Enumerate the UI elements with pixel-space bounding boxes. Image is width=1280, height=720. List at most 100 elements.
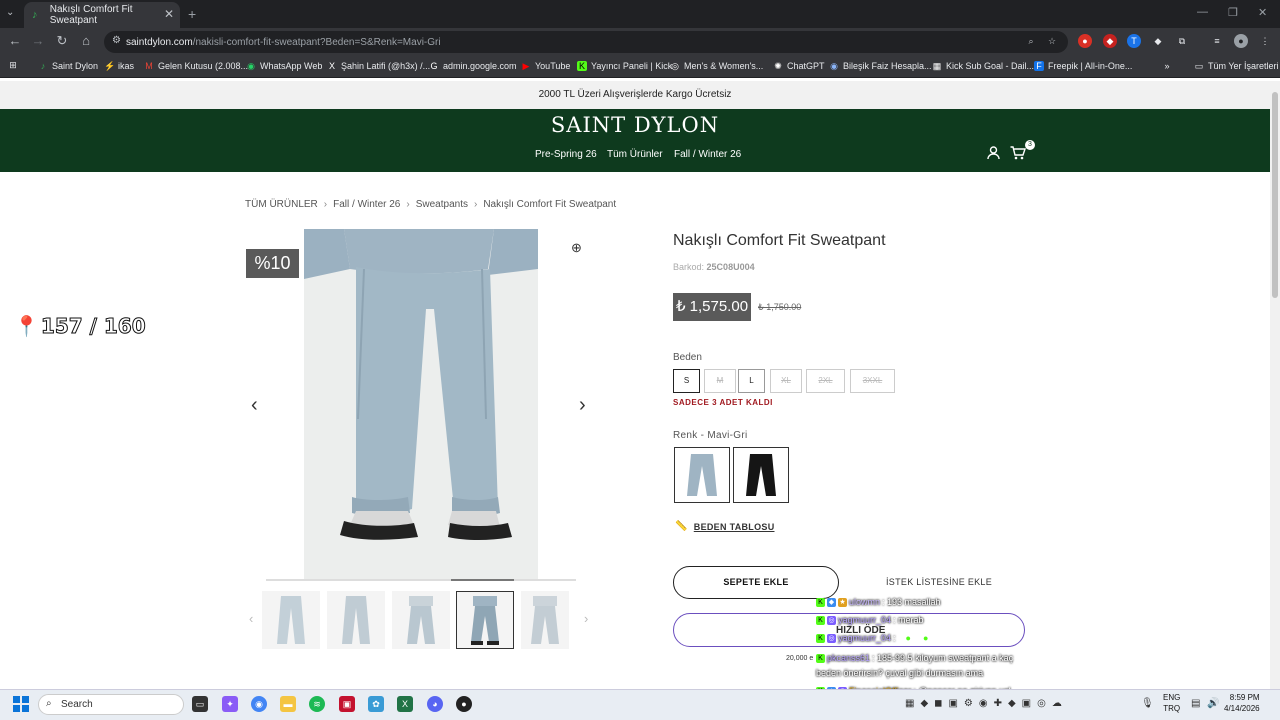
extension-diamond-icon[interactable]: ◆	[1151, 34, 1165, 48]
color-swatch-mavi-gri[interactable]	[674, 447, 730, 503]
size-option-xl[interactable]: XL	[770, 369, 802, 393]
bookmark-whatsapp[interactable]: ◉ WhatsApp Web	[246, 61, 322, 71]
bookmark-x[interactable]: X Şahin Latifi (@h3x) /...	[327, 61, 430, 71]
copilot-icon[interactable]: ✦	[222, 696, 238, 712]
color-swatch-black[interactable]	[733, 447, 789, 503]
product-thumbnail[interactable]	[521, 591, 569, 649]
barcode: Barkod: 25C08U004	[673, 262, 755, 272]
size-option-3xxl[interactable]: 3XXL	[850, 369, 895, 393]
all-bookmarks[interactable]: ▭ Tüm Yer İşaretleri	[1194, 61, 1279, 71]
microphone-icon[interactable]: 🎙	[1141, 698, 1154, 709]
chat-message: K ◎ yagmuurr_04: ● ●	[816, 633, 928, 643]
bookmark-chatgpt[interactable]: ✺ ChatGPT	[773, 61, 824, 71]
spotify-icon[interactable]: ≋	[309, 696, 325, 712]
bookmark-kick-sub-goal[interactable]: ▦ Kick Sub Goal - Dail...	[932, 61, 1034, 71]
search-icon: ⌕	[46, 698, 52, 709]
breadcrumb-sweatpants[interactable]: Sweatpants	[416, 199, 468, 210]
taskbar-clock[interactable]: 8:59 PM 4/14/2026	[1224, 692, 1260, 714]
product-main-image[interactable]	[304, 229, 538, 580]
extension-shield-icon[interactable]: ◆	[1103, 34, 1117, 48]
window-close-icon[interactable]: ✕	[1258, 6, 1267, 19]
star-icon[interactable]: ☆	[1045, 34, 1059, 48]
tab-search-icon[interactable]: ⌄	[6, 7, 14, 18]
system-tray-icons[interactable]: ▦◆◼▣⚙◉✚◆▣◎☁	[905, 698, 1068, 709]
tab-search-list-icon[interactable]: ≡	[1210, 34, 1224, 48]
product-thumbnail[interactable]	[392, 591, 450, 649]
apps-icon[interactable]: ⊞	[8, 60, 22, 70]
size-table-link[interactable]: 📏 BEDEN TABLOSU	[675, 521, 775, 532]
bookmark-ikas[interactable]: ⚡ ikas	[104, 61, 134, 71]
scrollbar-thumb[interactable]	[1272, 92, 1278, 298]
zoom-search-icon[interactable]: ⌕	[1024, 34, 1038, 48]
size-option-s[interactable]: S	[673, 369, 700, 393]
task-view-icon[interactable]: ▭	[192, 696, 208, 712]
bookmark-gmail[interactable]: M Gelen Kutusu (2.008...	[144, 61, 248, 71]
menu-icon[interactable]: ⋮	[1258, 34, 1272, 48]
windows-start-icon[interactable]	[13, 696, 29, 712]
minimize-icon[interactable]: —	[1197, 6, 1208, 18]
app-gear-icon[interactable]: ✿	[368, 696, 384, 712]
file-explorer-icon[interactable]: ▬	[280, 696, 296, 712]
taskbar-search[interactable]: ⌕ Search	[38, 694, 184, 715]
bookmark-mens-womens[interactable]: ◎ Men's & Women's...	[670, 61, 763, 71]
app-red-icon[interactable]: ▣	[339, 696, 355, 712]
back-icon[interactable]: ←	[6, 33, 24, 48]
maximize-icon[interactable]: ❐	[1228, 6, 1238, 19]
size-option-l[interactable]: L	[738, 369, 765, 393]
breadcrumb-separator: ›	[473, 199, 478, 210]
address-bar[interactable]: ⚙ saintdylon.com /nakisli-comfort-fit-sw…	[104, 31, 1068, 53]
size-option-m[interactable]: M	[704, 369, 736, 393]
new-tab-icon[interactable]: +	[188, 6, 196, 22]
discount-badge: %10	[246, 249, 299, 278]
language-indicator[interactable]: ENG TRQ	[1163, 692, 1180, 714]
bookmarks-overflow-icon[interactable]: »	[1162, 61, 1176, 71]
excel-icon[interactable]: X	[397, 696, 413, 712]
ruler-icon: 📏	[675, 521, 688, 532]
bookmark-saint-dylon[interactable]: ♪ Saint Dylon	[38, 61, 98, 71]
extensions-icon[interactable]: ⧉	[1175, 34, 1189, 48]
profile-icon[interactable]: ●	[1234, 34, 1248, 48]
location-pin-icon: 📍	[14, 314, 39, 338]
extension-red-icon[interactable]: ●	[1078, 34, 1092, 48]
close-tab-icon[interactable]: ✕	[164, 7, 174, 21]
breadcrumb-all-products[interactable]: TÜM ÜRÜNLER	[245, 199, 318, 210]
obs-icon[interactable]: ●	[456, 696, 472, 712]
size-option-2xl[interactable]: 2XL	[806, 369, 845, 393]
product-thumbnail[interactable]	[327, 591, 385, 649]
image-prev-arrow-icon[interactable]: ‹	[251, 394, 258, 417]
site-logo[interactable]: SAINT DYLON	[0, 113, 1270, 137]
volume-icon[interactable]: 🔊	[1207, 698, 1219, 709]
image-next-arrow-icon[interactable]: ›	[579, 394, 586, 417]
cart-icon[interactable]	[1010, 146, 1026, 160]
product-title: Nakışlı Comfort Fit Sweatpant	[673, 232, 886, 249]
extension-blue-icon[interactable]: T	[1127, 34, 1141, 48]
bookmark-youtube[interactable]: ▶ YouTube	[521, 61, 571, 71]
add-to-cart-button[interactable]: SEPETE EKLE	[673, 566, 839, 599]
account-icon[interactable]	[987, 146, 1000, 160]
nav-pre-spring[interactable]: Pre-Spring 26	[535, 149, 597, 160]
bookmark-freepik[interactable]: F Freepik | All-in-One...	[1034, 61, 1132, 71]
browser-tab[interactable]: ♪ Nakışlı Comfort Fit Sweatpant ✕	[24, 2, 180, 28]
breadcrumb-fall-winter[interactable]: Fall / Winter 26	[333, 199, 400, 210]
gallery-progress-track	[266, 579, 576, 581]
promo-banner: 2000 TL Üzeri Alışverişlerde Kargo Ücret…	[0, 81, 1270, 109]
product-thumbnail-selected[interactable]	[456, 591, 514, 649]
discord-icon[interactable]: ◕	[427, 696, 443, 712]
cart-count-badge: 3	[1025, 140, 1035, 150]
nav-all-products[interactable]: Tüm Ürünler	[607, 149, 663, 160]
bookmark-admin-google[interactable]: Gadmin.google.com	[429, 61, 516, 71]
thumb-next-arrow-icon[interactable]: ›	[584, 611, 588, 626]
product-thumbnail[interactable]	[262, 591, 320, 649]
bookmark-bilesik-faiz[interactable]: ◉ Bileşik Faiz Hesapla...	[829, 61, 931, 71]
forward-icon[interactable]: →	[29, 33, 47, 48]
zoom-icon[interactable]: ⊕	[571, 240, 582, 256]
nav-fall-winter[interactable]: Fall / Winter 26	[674, 149, 741, 160]
reload-icon[interactable]: ↻	[53, 33, 71, 49]
add-to-wishlist-link[interactable]: İSTEK LİSTESİNE EKLE	[886, 577, 992, 587]
home-icon[interactable]: ⌂	[77, 33, 95, 48]
network-icon[interactable]: ▤	[1191, 698, 1200, 709]
chrome-taskbar-icon[interactable]: ◉	[251, 696, 267, 712]
bookmark-kick[interactable]: K Yayıncı Paneli | Kick	[577, 61, 672, 71]
site-info-icon[interactable]: ⚙	[112, 35, 121, 46]
thumb-prev-arrow-icon[interactable]: ‹	[249, 611, 253, 626]
